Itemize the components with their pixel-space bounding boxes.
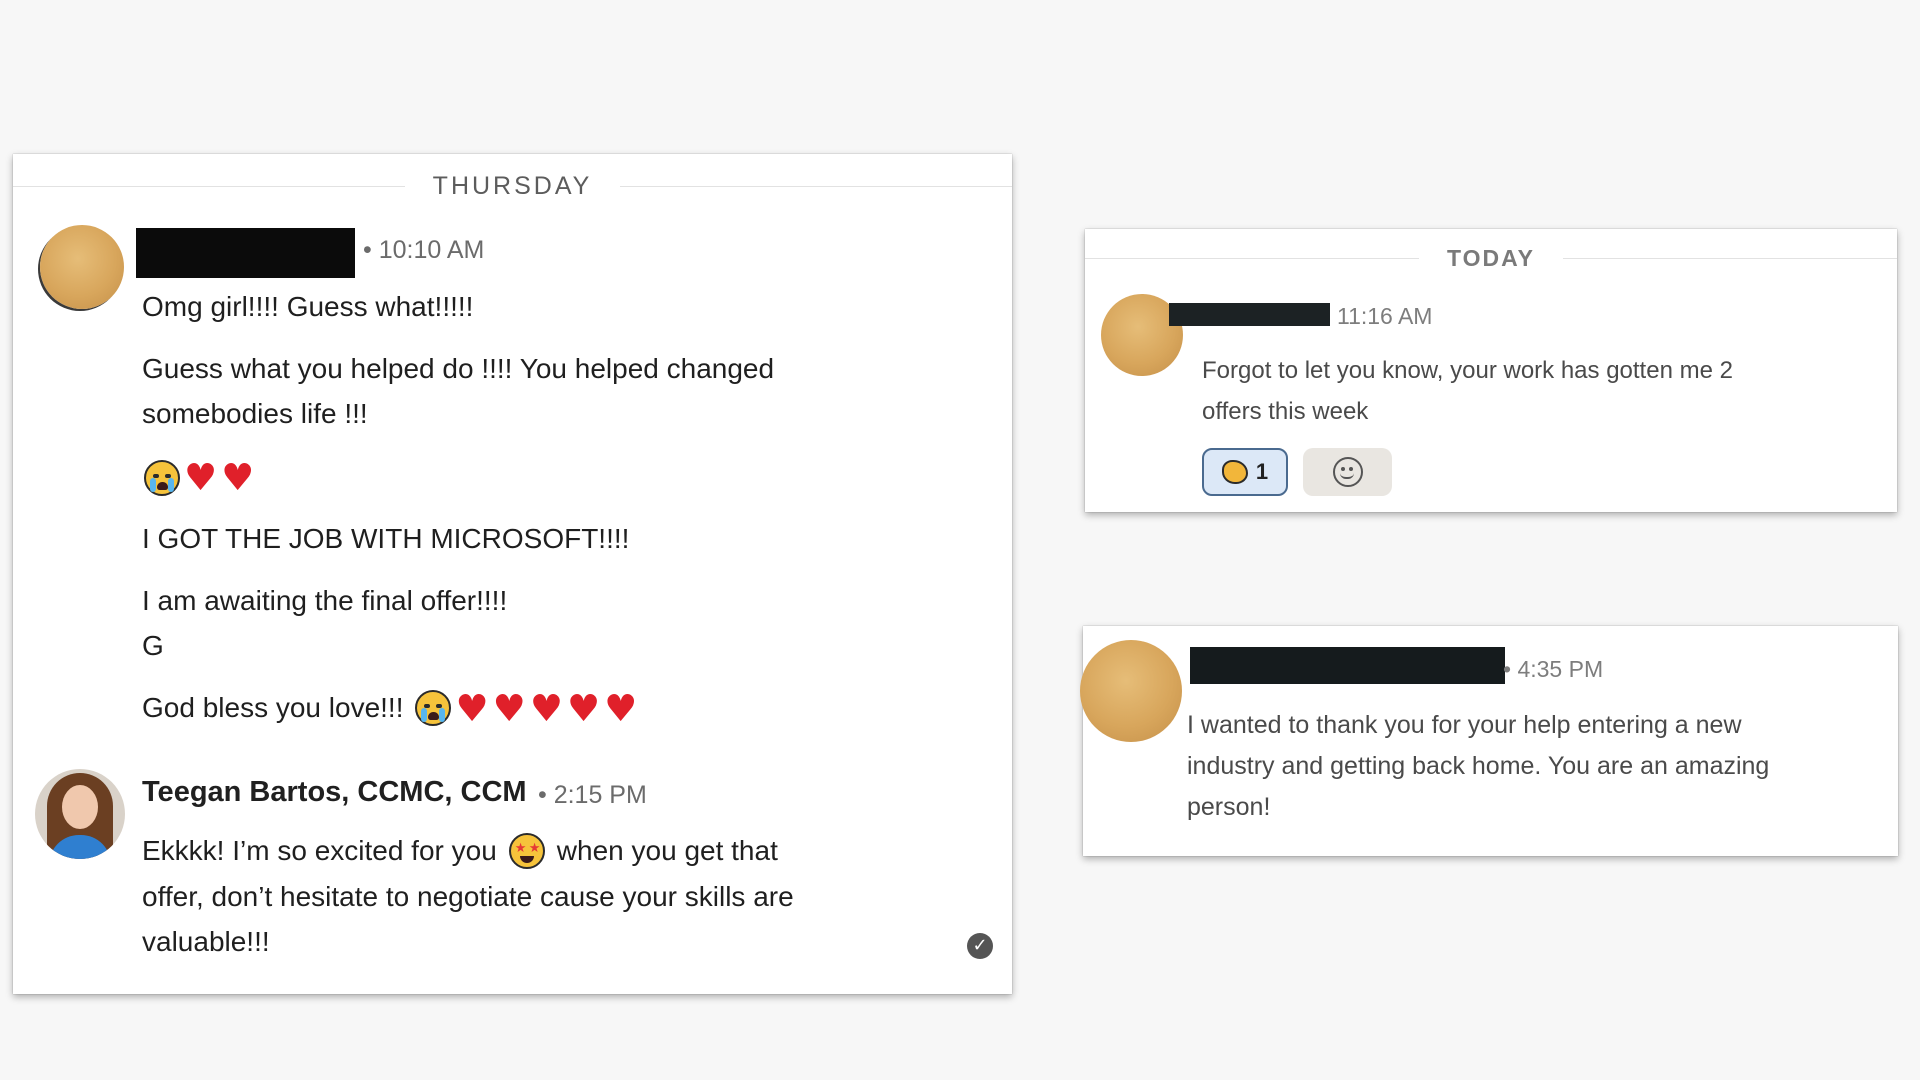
- heart-icon: ♥: [604, 686, 638, 730]
- conversation-card-afternoon: • 4:35 PM I wanted to thank you for your…: [1080, 626, 1898, 856]
- face-shape: [62, 785, 98, 829]
- message-line: I am awaiting the final offer!!!!: [142, 585, 508, 616]
- check-circle-icon: ✓: [967, 933, 993, 959]
- crying-face-icon: [144, 459, 180, 496]
- message-line: Forgot to let you know, your work has go…: [1202, 357, 1733, 384]
- heart-icon: ♥: [455, 686, 489, 730]
- star-struck-face-icon: ★ ★: [508, 833, 545, 869]
- message-line: industry and getting back home. You are …: [1187, 752, 1770, 780]
- heart-icon: ♥: [529, 686, 563, 730]
- message-timestamp: • 10:10 AM: [363, 236, 485, 264]
- message-line: person!: [1187, 793, 1271, 821]
- sender-avatar[interactable]: [1080, 640, 1182, 742]
- add-reaction-icon: [1332, 457, 1363, 487]
- redacted-sender-name: [1169, 303, 1330, 326]
- message-line: offer, don’t hesitate to negotiate cause…: [142, 881, 794, 912]
- clapping-hands-icon: [1221, 460, 1248, 484]
- day-separator-today: TODAY: [1085, 245, 1898, 272]
- message-line: somebodies life !!!: [142, 398, 368, 429]
- message-line: G: [142, 630, 164, 661]
- day-separator-thursday: THURSDAY: [13, 172, 1013, 201]
- message-line: offers this week: [1202, 398, 1369, 425]
- crying-face-icon: [415, 690, 452, 726]
- message-line: God bless you love!!!: [142, 692, 404, 723]
- add-reaction-button[interactable]: [1303, 448, 1392, 496]
- emoji-row: ♥ ♥: [144, 459, 254, 496]
- teegan-avatar[interactable]: [35, 769, 125, 859]
- reaction-count: 1: [1255, 459, 1269, 484]
- clap-reaction-button[interactable]: 1: [1202, 448, 1288, 496]
- heart-icon: ♥: [221, 456, 255, 499]
- message-line: Omg girl!!!! Guess what!!!!!: [142, 291, 474, 322]
- conversation-card-today: TODAY 11:16 AM Forgot to let you know, y…: [1085, 229, 1898, 512]
- message-line: I GOT THE JOB WITH MICROSOFT!!!!: [142, 523, 630, 554]
- message-line: Ekkkk! I’m so excited for you ★ ★ when y…: [142, 830, 778, 872]
- message-timestamp: • 4:35 PM: [1503, 656, 1604, 682]
- day-label: TODAY: [1447, 245, 1535, 271]
- redacted-sender-name: [136, 228, 355, 278]
- message-line: I wanted to thank you for your help ente…: [1187, 711, 1742, 739]
- heart-icon: ♥: [492, 686, 526, 730]
- day-label: THURSDAY: [432, 172, 593, 200]
- heart-icon: ♥: [567, 686, 601, 730]
- message-timestamp: 11:16 AM: [1337, 303, 1433, 329]
- redacted-sender-name: [1190, 647, 1505, 684]
- sender-name[interactable]: Teegan Bartos, CCMC, CCM: [142, 776, 527, 809]
- heart-icon: ♥: [184, 456, 218, 499]
- blessing-line: God bless you love!!! ♥ ♥ ♥ ♥ ♥: [142, 687, 637, 729]
- conversation-card-thursday: THURSDAY • 10:10 AM Omg girl!!!! Guess w…: [13, 154, 1013, 994]
- message-line: Guess what you helped do !!!! You helped…: [142, 353, 775, 384]
- message-timestamp: • 2:15 PM: [538, 781, 647, 809]
- sender-avatar[interactable]: [40, 225, 124, 309]
- message-line: valuable!!!: [142, 926, 270, 957]
